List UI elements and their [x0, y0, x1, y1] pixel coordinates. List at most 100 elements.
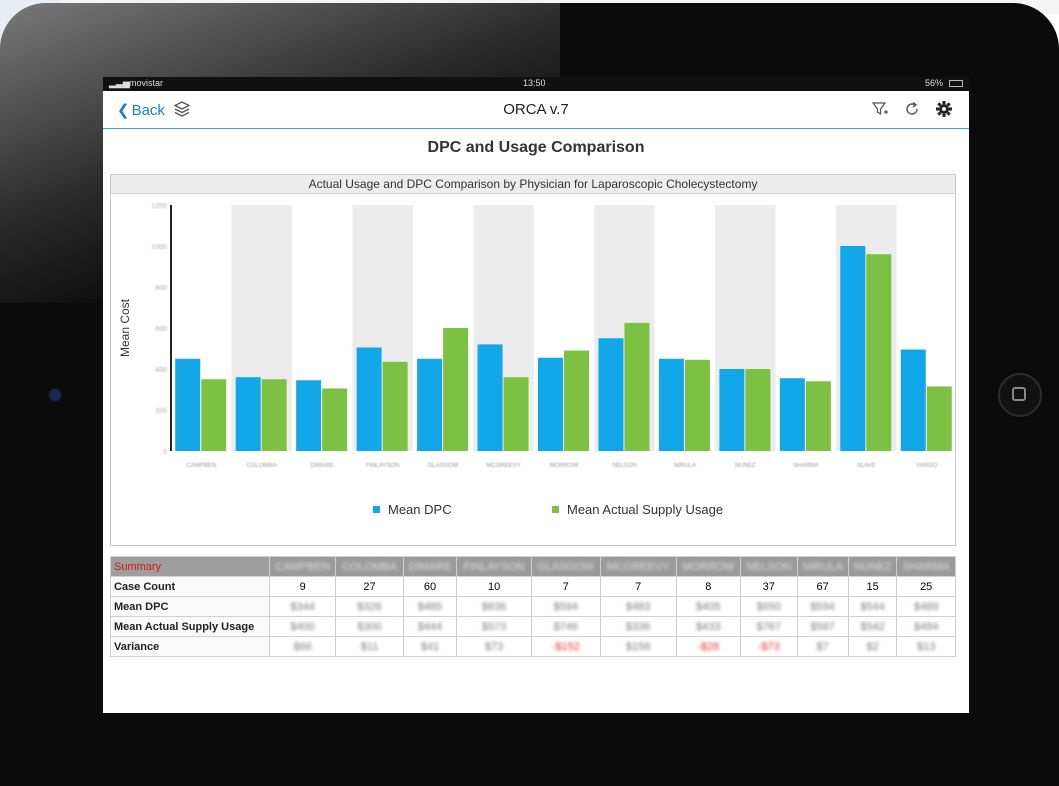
x-tick-label: DIMARE — [310, 463, 333, 469]
bar-mean-dpc[interactable] — [840, 246, 866, 451]
legend-label: Mean DPC — [388, 502, 452, 517]
summary-row: Variance $66 $11 $41 $73 -$152 $156 -$28 -$73 $7 $… — [110, 636, 956, 657]
refresh-icon[interactable] — [903, 100, 921, 118]
summary-column-header[interactable]: COLOMBA — [335, 556, 404, 577]
bar-mean-dpc[interactable] — [356, 347, 382, 451]
summary-cell: $484 — [896, 616, 956, 637]
summary-cell: $636 — [456, 596, 532, 617]
settings-gear-icon[interactable] — [935, 100, 953, 118]
summary-cell: 60 — [402, 576, 458, 597]
summary-cell: $344 — [268, 596, 337, 617]
chart-panel: Actual Usage and DPC Comparison by Physi… — [110, 174, 956, 546]
app-title: ORCA v.7 — [503, 101, 569, 118]
summary-cell: $587 — [796, 616, 849, 637]
bar-mean-dpc[interactable] — [658, 358, 684, 451]
summary-cell: $73 — [456, 636, 532, 657]
summary-cell: 8 — [675, 576, 741, 597]
chart-legend: Mean DPC Mean Actual Supply Usage — [111, 502, 955, 520]
summary-column-header[interactable]: NIRULA — [796, 556, 849, 577]
bar-mean-actual-usage[interactable] — [503, 377, 529, 451]
legend-item-dpc[interactable]: Mean DPC — [373, 502, 452, 517]
home-button[interactable] — [998, 373, 1042, 417]
bar-mean-dpc[interactable] — [175, 358, 201, 451]
summary-cell: $7 — [796, 636, 849, 657]
y-tick-label: 1000 — [151, 244, 167, 251]
bar-mean-dpc[interactable] — [235, 377, 261, 451]
filter-icon[interactable] — [871, 100, 889, 118]
summary-row: Case Count 9 27 60 10 7 7 8 37 67 15 25 — [110, 576, 956, 597]
bar-mean-actual-usage[interactable] — [564, 350, 589, 451]
summary-cell: 10 — [456, 576, 532, 597]
summary-cell: 9 — [268, 576, 337, 597]
bar-mean-actual-usage[interactable] — [322, 388, 348, 451]
bar-mean-actual-usage[interactable] — [624, 322, 650, 451]
x-tick-label: SLAVE — [857, 463, 876, 469]
summary-cell: $300 — [335, 616, 404, 637]
y-axis-label: Mean Cost — [118, 298, 132, 357]
summary-column-header[interactable]: MORROW — [675, 556, 741, 577]
summary-cell: $156 — [599, 636, 677, 657]
bar-mean-dpc[interactable] — [477, 344, 503, 451]
y-tick-label: 400 — [155, 367, 167, 374]
summary-cell: $544 — [847, 596, 898, 617]
status-bar: ▂▃▅ movistar 13:50 56% — [103, 77, 969, 91]
signal-icon: ▂▃▅ — [109, 78, 130, 88]
summary-cell: $66 — [268, 636, 337, 657]
summary-cell: 7 — [599, 576, 677, 597]
summary-column-header[interactable]: NUNEZ — [847, 556, 898, 577]
summary-column-header[interactable]: NELSON — [739, 556, 798, 577]
nav-bar: ❮ Back ORCA v.7 — [103, 91, 969, 129]
bar-mean-actual-usage[interactable] — [866, 254, 892, 451]
x-tick-label: NIRULA — [674, 463, 696, 469]
summary-cell: $489 — [896, 596, 956, 617]
bar-mean-actual-usage[interactable] — [745, 369, 771, 451]
x-tick-label: GLASGOW — [428, 463, 459, 469]
bar-mean-actual-usage[interactable] — [382, 361, 408, 451]
summary-header-label: Summary — [110, 556, 270, 577]
x-tick-label: VARGO — [916, 463, 938, 469]
bar-mean-actual-usage[interactable] — [684, 359, 710, 451]
summary-cell: $326 — [335, 596, 404, 617]
bar-mean-actual-usage[interactable] — [926, 386, 952, 451]
bar-mean-actual-usage[interactable] — [201, 379, 227, 451]
bar-mean-dpc[interactable] — [538, 357, 563, 451]
summary-row-label: Mean Actual Supply Usage — [110, 616, 270, 637]
summary-column-header[interactable]: MCGREEVY — [599, 556, 677, 577]
y-tick-label: 200 — [155, 408, 167, 415]
bar-mean-dpc[interactable] — [598, 338, 624, 451]
bar-mean-dpc[interactable] — [417, 358, 443, 451]
summary-cell: $542 — [847, 616, 898, 637]
legend-swatch — [552, 506, 559, 513]
summary-column-header[interactable]: SHARMA — [896, 556, 956, 577]
summary-column-header[interactable]: GLASGOW — [530, 556, 601, 577]
bar-mean-dpc[interactable] — [719, 369, 745, 451]
bar-mean-actual-usage[interactable] — [443, 328, 469, 451]
bar-mean-dpc[interactable] — [779, 378, 805, 451]
summary-cell: $594 — [530, 596, 601, 617]
battery-percent: 56% — [924, 78, 943, 88]
summary-cell: $573 — [456, 616, 532, 637]
summary-column-header[interactable]: CAMPBEN — [268, 556, 337, 577]
bar-mean-actual-usage[interactable] — [261, 379, 287, 451]
x-tick-label: COLOMBA — [247, 463, 277, 469]
x-tick-label: FINLAYSON — [366, 463, 400, 469]
summary-row-label: Variance — [110, 636, 270, 657]
battery-icon — [949, 80, 963, 87]
x-tick-label: MORROW — [550, 463, 579, 469]
x-tick-label: NELSON — [612, 463, 637, 469]
legend-item-usage[interactable]: Mean Actual Supply Usage — [552, 502, 723, 517]
bar-mean-actual-usage[interactable] — [805, 381, 831, 451]
summary-column-header[interactable]: DIMARE — [402, 556, 458, 577]
summary-cell: 37 — [739, 576, 798, 597]
page-title: DPC and Usage Comparison — [427, 139, 645, 156]
summary-column-header[interactable]: FINLAYSON — [456, 556, 532, 577]
summary-cell: 67 — [796, 576, 849, 597]
y-tick-label: 0 — [163, 449, 167, 456]
summary-cell: $13 — [896, 636, 956, 657]
summary-cell: 7 — [530, 576, 601, 597]
bar-mean-dpc[interactable] — [296, 380, 322, 451]
summary-cell: $746 — [530, 616, 601, 637]
carrier-label: movistar — [129, 78, 164, 88]
bar-mean-dpc[interactable] — [900, 349, 926, 451]
x-tick-label: NUNEZ — [735, 463, 756, 469]
